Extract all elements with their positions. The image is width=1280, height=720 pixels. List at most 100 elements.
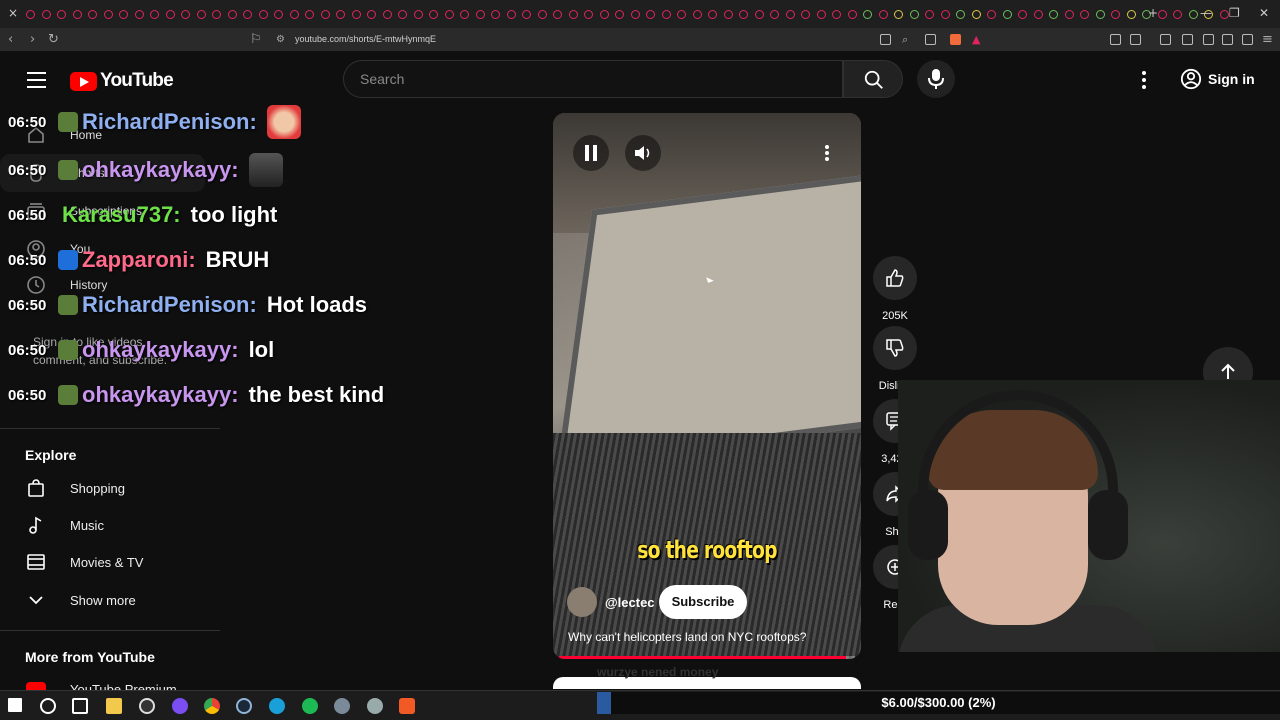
- chrome-icon[interactable]: [204, 698, 220, 714]
- zoom-icon[interactable]: ⌕: [902, 33, 908, 47]
- edge-icon[interactable]: [269, 698, 285, 714]
- reader-icon[interactable]: [1182, 34, 1193, 45]
- subscribe-button[interactable]: Subscribe: [659, 585, 747, 619]
- brave-rewards-icon[interactable]: ▲: [972, 33, 980, 46]
- youtube-logo[interactable]: YouTube: [70, 70, 174, 92]
- browser-tab[interactable]: [336, 9, 345, 19]
- browser-tab[interactable]: [1064, 9, 1074, 19]
- browser-tab[interactable]: [398, 9, 407, 19]
- steam-icon[interactable]: [236, 698, 252, 714]
- tab-close-icon[interactable]: ×: [8, 6, 18, 20]
- browser-tab[interactable]: [382, 9, 392, 19]
- browser-tab[interactable]: [1018, 9, 1027, 19]
- browser-tab[interactable]: [119, 9, 128, 19]
- forward-icon[interactable]: ›: [30, 32, 35, 47]
- sign-in-button[interactable]: Sign in: [1170, 63, 1266, 95]
- file-explorer-icon[interactable]: [106, 698, 122, 714]
- browser-tab[interactable]: [708, 9, 717, 19]
- browser-tab[interactable]: [1219, 9, 1229, 19]
- browser-tab[interactable]: [1095, 9, 1105, 19]
- show-more-button[interactable]: Show more: [0, 581, 220, 619]
- browser-tab[interactable]: [568, 9, 578, 19]
- brave-icon[interactable]: [399, 698, 415, 714]
- voice-search-button[interactable]: [917, 60, 955, 98]
- browser-tab[interactable]: [739, 9, 748, 19]
- browser-tab[interactable]: [212, 9, 221, 19]
- browser-tab[interactable]: [41, 9, 51, 19]
- browser-tab[interactable]: [1173, 9, 1182, 19]
- app-icon[interactable]: [334, 698, 350, 714]
- maximize-icon[interactable]: ❐: [1229, 6, 1240, 20]
- browser-tab[interactable]: [1126, 9, 1136, 19]
- browser-tab[interactable]: [522, 9, 531, 19]
- browser-tab[interactable]: [274, 9, 283, 19]
- browser-tab[interactable]: [863, 9, 872, 19]
- browser-tab[interactable]: [258, 9, 268, 19]
- spotify-icon[interactable]: [302, 698, 318, 714]
- browser-tab[interactable]: [770, 9, 779, 19]
- video-progress-bar[interactable]: [559, 656, 855, 659]
- settings-more-icon[interactable]: [1142, 71, 1146, 92]
- search-input[interactable]: Search: [343, 60, 843, 98]
- browser-tab[interactable]: [165, 9, 175, 19]
- url-text[interactable]: youtube.com/shorts/E-mtwHynmqE: [295, 34, 436, 44]
- browser-tab[interactable]: [940, 9, 950, 19]
- browser-tab[interactable]: [646, 9, 655, 19]
- browser-tab[interactable]: [661, 9, 671, 19]
- new-tab-icon[interactable]: +: [1148, 6, 1158, 20]
- media-icon[interactable]: [1160, 34, 1171, 45]
- minimize-icon[interactable]: —: [1200, 6, 1212, 20]
- search-button[interactable]: [843, 60, 903, 98]
- bookmark-icon[interactable]: ⚐: [250, 32, 262, 47]
- share-page-icon[interactable]: [925, 34, 936, 45]
- browser-tab[interactable]: [909, 9, 919, 19]
- browser-tab[interactable]: [832, 9, 841, 19]
- pause-button[interactable]: [573, 135, 609, 171]
- browser-tab[interactable]: [367, 9, 376, 19]
- browser-tab[interactable]: [987, 9, 996, 19]
- browser-tab[interactable]: [444, 9, 454, 19]
- browser-menu-icon[interactable]: ≡: [1262, 32, 1273, 47]
- browser-tab[interactable]: [630, 9, 640, 19]
- browser-tab[interactable]: [692, 9, 702, 19]
- back-icon[interactable]: ‹: [8, 32, 13, 47]
- browser-tab[interactable]: [1111, 9, 1120, 19]
- brave-shield-icon[interactable]: [950, 34, 961, 45]
- channel-name[interactable]: @lectec: [605, 595, 655, 610]
- extensions-puzzle-icon[interactable]: [1110, 34, 1121, 45]
- vpn-icon[interactable]: [1242, 34, 1253, 45]
- sidebar-item-youtube-premium[interactable]: YouTube Premium: [0, 676, 220, 690]
- search-icon[interactable]: [40, 698, 56, 714]
- video-more-button[interactable]: [809, 135, 845, 171]
- browser-tab[interactable]: [320, 9, 330, 19]
- browser-tab[interactable]: [289, 9, 299, 19]
- extension-icon[interactable]: [880, 34, 891, 45]
- browser-tab[interactable]: [1157, 9, 1167, 19]
- browser-tab[interactable]: [150, 9, 159, 19]
- browser-tab[interactable]: [785, 9, 795, 19]
- app-icon-2[interactable]: [367, 698, 383, 714]
- close-window-icon[interactable]: ✕: [1259, 6, 1269, 20]
- video-title[interactable]: Why can't helicopters land on NYC roofto…: [568, 630, 806, 644]
- browser-tab[interactable]: [227, 9, 237, 19]
- browser-tab[interactable]: [243, 9, 252, 19]
- browser-tab[interactable]: [305, 9, 314, 19]
- browser-tab[interactable]: [491, 9, 500, 19]
- browser-tab[interactable]: [1080, 9, 1089, 19]
- browser-tab[interactable]: [1049, 9, 1058, 19]
- browser-tab[interactable]: [196, 9, 206, 19]
- menu-icon[interactable]: [27, 72, 46, 93]
- sidebar-item-movies[interactable]: Movies & TV: [0, 543, 220, 581]
- browser-tab[interactable]: [878, 9, 888, 19]
- sidebar-item-shopping[interactable]: Shopping: [0, 469, 220, 507]
- browser-tab[interactable]: [801, 9, 810, 19]
- browser-tab[interactable]: [88, 9, 97, 19]
- channel-avatar[interactable]: [567, 587, 597, 617]
- browser-tab[interactable]: [894, 9, 903, 19]
- browser-tab[interactable]: [72, 9, 82, 19]
- browser-tab[interactable]: [754, 9, 764, 19]
- browser-tab[interactable]: [971, 9, 981, 19]
- browser-tab[interactable]: [134, 9, 144, 19]
- browser-tab[interactable]: [584, 9, 593, 19]
- browser-tab[interactable]: [956, 9, 965, 19]
